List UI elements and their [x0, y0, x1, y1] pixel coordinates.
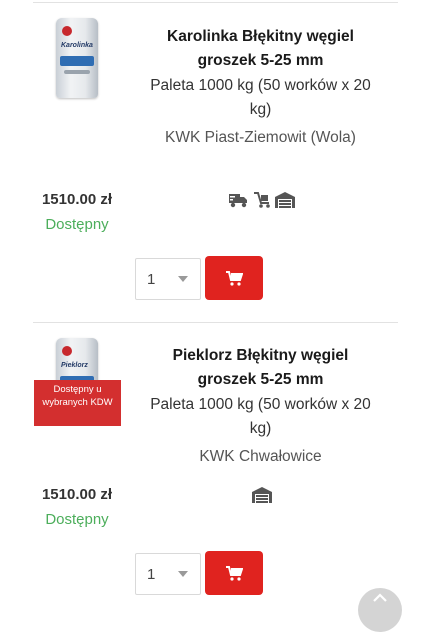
- bag-stripe: [60, 56, 94, 66]
- coal-bag-image: Karolinka: [56, 18, 98, 98]
- product-price: 1510.00 zł: [41, 486, 113, 503]
- warehouse-icon: [275, 192, 295, 208]
- add-to-cart-button[interactable]: [205, 256, 263, 300]
- bag-logo: [62, 346, 72, 356]
- top-divider: [33, 2, 398, 3]
- bag-stripe: [64, 70, 90, 74]
- quantity-select[interactable]: 1: [135, 258, 201, 300]
- delivery-truck-icon: [229, 192, 249, 208]
- chevron-down-icon: [178, 571, 188, 577]
- scroll-to-top-button[interactable]: [358, 588, 402, 632]
- chevron-up-icon: [373, 593, 387, 602]
- quantity-select[interactable]: 1: [135, 553, 201, 595]
- product-mine: KWK Piast-Ziemowit (Wola): [165, 129, 356, 146]
- chevron-down-icon: [178, 276, 188, 282]
- product-package: Paleta 1000 kg (50 worków x 20 kg): [150, 396, 371, 437]
- product-price: 1510.00 zł: [41, 191, 113, 208]
- delivery-options: [229, 192, 295, 208]
- pallet-jack-icon: [253, 192, 271, 208]
- quantity-value: 1: [147, 566, 156, 583]
- product-package: Paleta 1000 kg (50 worków x 20 kg): [150, 77, 371, 118]
- warehouse-icon: [252, 487, 272, 503]
- bag-brand: Karolinka: [61, 42, 93, 49]
- product-mine: KWK Chwałowice: [199, 448, 322, 465]
- availability-badge: Dostępny u wybranych KDW: [34, 380, 121, 426]
- cart-icon: [225, 565, 243, 581]
- availability-status: Dostępny: [45, 216, 109, 233]
- add-to-cart-button[interactable]: [205, 551, 263, 595]
- bag-logo: [62, 26, 72, 36]
- delivery-options: [252, 487, 272, 503]
- availability-status: Dostępny: [45, 511, 109, 528]
- cart-icon: [225, 270, 243, 286]
- product-title[interactable]: Pieklorz Błękitny węgiel groszek 5-25 mm: [148, 344, 373, 392]
- product-divider: [33, 322, 398, 323]
- quantity-value: 1: [147, 271, 156, 288]
- product-title[interactable]: Karolinka Błękitny węgiel groszek 5-25 m…: [148, 25, 373, 73]
- bag-brand: Pieklorz: [61, 362, 88, 369]
